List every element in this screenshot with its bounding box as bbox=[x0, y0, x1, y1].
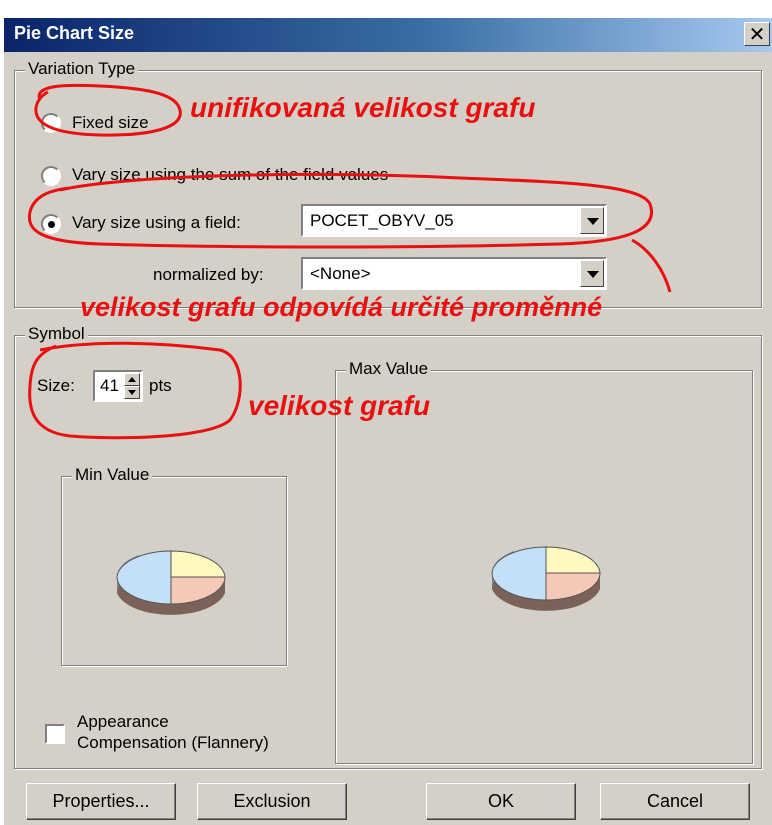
variation-type-legend: Variation Type bbox=[25, 59, 139, 79]
title-bar: Pie Chart Size ✕ bbox=[4, 18, 772, 52]
fixed-size-radio[interactable] bbox=[41, 113, 61, 133]
appearance-label-line1[interactable]: Appearance bbox=[77, 712, 169, 732]
chevron-down-icon bbox=[128, 390, 136, 395]
fixed-size-label[interactable]: Fixed size bbox=[72, 113, 149, 133]
chevron-down-icon[interactable] bbox=[580, 260, 604, 287]
max-pie-preview bbox=[491, 546, 601, 611]
annotation-fixed-size: unifikovaná velikost grafu bbox=[190, 92, 536, 123]
size-label: Size: bbox=[37, 376, 75, 395]
chevron-down-icon[interactable] bbox=[580, 207, 604, 234]
spin-up-button[interactable] bbox=[124, 373, 140, 386]
min-pie-preview bbox=[116, 550, 226, 615]
field-size-label[interactable]: Vary size using a field: bbox=[72, 213, 241, 233]
sum-size-radio[interactable] bbox=[41, 166, 61, 186]
close-icon: ✕ bbox=[748, 22, 766, 46]
dialog-title: Pie Chart Size bbox=[14, 23, 135, 43]
normalized-by-value: <None> bbox=[310, 264, 371, 283]
size-value: 41 bbox=[100, 376, 119, 395]
close-button[interactable]: ✕ bbox=[744, 22, 770, 46]
size-unit: pts bbox=[149, 376, 172, 395]
sum-size-label[interactable]: Vary size using the sum of the field val… bbox=[72, 165, 388, 185]
field-select[interactable]: POCET_OBYV_05 bbox=[301, 204, 607, 237]
spin-down-button[interactable] bbox=[124, 386, 140, 399]
exclusion-button[interactable]: Exclusion bbox=[197, 783, 347, 820]
annotation-field-size: velikost grafu odpovídá určité proměnné bbox=[80, 292, 603, 322]
appearance-label-line2[interactable]: Compensation (Flannery) bbox=[77, 733, 269, 753]
size-input[interactable]: 41 bbox=[93, 370, 143, 402]
normalized-by-select[interactable]: <None> bbox=[301, 257, 607, 290]
min-value-group: Min Value bbox=[61, 465, 287, 666]
max-value-group: Max Value bbox=[335, 359, 753, 764]
appearance-compensation-checkbox[interactable] bbox=[45, 724, 65, 744]
symbol-legend: Symbol bbox=[25, 324, 88, 344]
field-size-radio[interactable] bbox=[41, 214, 61, 234]
ok-button[interactable]: OK bbox=[426, 783, 576, 820]
field-select-value: POCET_OBYV_05 bbox=[310, 211, 454, 230]
radio-selected-dot bbox=[48, 221, 55, 228]
normalized-by-label: normalized by: bbox=[153, 265, 264, 284]
properties-button[interactable]: Properties... bbox=[26, 783, 176, 820]
cancel-button[interactable]: Cancel bbox=[600, 783, 750, 820]
annotation-size: velikost grafu bbox=[248, 390, 431, 421]
chevron-up-icon bbox=[128, 377, 136, 382]
